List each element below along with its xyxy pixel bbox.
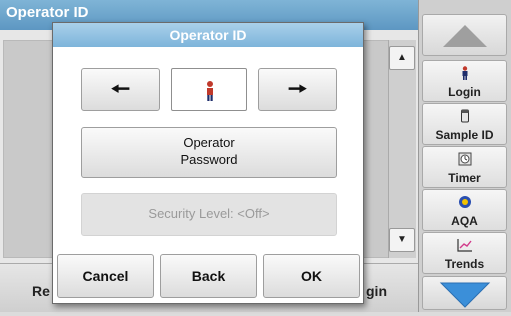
trends-icon [423, 238, 506, 255]
login-label: Login [448, 85, 481, 99]
scroll-up-arrow-button[interactable] [422, 14, 507, 56]
person-icon [207, 81, 213, 101]
aqa-label: AQA [451, 214, 478, 228]
sample-id-button[interactable]: Sample ID [422, 103, 507, 145]
sample-id-label: Sample ID [435, 128, 494, 142]
operator-icon-field[interactable] [171, 68, 247, 111]
timer-button[interactable]: Timer [422, 146, 507, 188]
security-level-field: Security Level: <Off> [81, 193, 337, 236]
aqa-icon [423, 195, 506, 212]
background-bottom-right-text[interactable]: gin [366, 283, 387, 299]
arrow-left-icon: 🠔 [110, 76, 131, 101]
operator-password-label-line2: Password [180, 152, 238, 167]
flask-icon [423, 109, 506, 126]
back-button[interactable]: Back [160, 254, 257, 298]
timer-label: Timer [448, 171, 481, 185]
previous-operator-button[interactable]: 🠔 [81, 68, 160, 111]
back-label: Back [191, 268, 226, 284]
ok-label: OK [301, 268, 322, 284]
person-icon [423, 66, 506, 83]
triangle-up-icon [443, 25, 487, 47]
list-scrollbar[interactable] [388, 40, 416, 258]
background-bottom-left-text[interactable]: Re [32, 283, 50, 299]
background-title: Operator ID [6, 4, 89, 21]
trends-label: Trends [444, 257, 485, 271]
operator-password-button[interactable]: Operator Password [81, 127, 337, 178]
security-level-label: Security Level: <Off> [148, 206, 270, 221]
scroll-down-button[interactable]: ▼ [389, 228, 415, 252]
dialog-title: Operator ID [53, 23, 363, 47]
arrow-right-icon: 🠖 [287, 76, 308, 101]
trends-button[interactable]: Trends [422, 232, 507, 274]
cancel-label: Cancel [82, 268, 129, 284]
scroll-down-arrow-button[interactable] [422, 276, 507, 310]
cancel-button[interactable]: Cancel [57, 254, 154, 298]
scroll-up-button[interactable]: ▲ [389, 46, 415, 70]
next-operator-button[interactable]: 🠖 [258, 68, 337, 111]
triangle-down-icon [439, 282, 491, 308]
aqa-button[interactable]: AQA [422, 189, 507, 231]
operator-password-label-line1: Operator [183, 135, 235, 150]
timer-icon [423, 152, 506, 169]
login-button[interactable]: Login [422, 60, 507, 102]
ok-button[interactable]: OK [263, 254, 360, 298]
